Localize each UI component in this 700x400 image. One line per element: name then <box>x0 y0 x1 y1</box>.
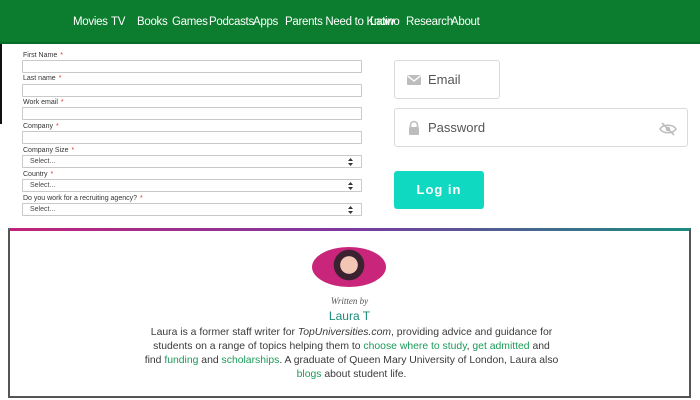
top-navbar: Movies TV Books Games Podcasts Apps Pare… <box>0 0 700 44</box>
nav-item-books[interactable]: Books <box>137 14 168 30</box>
author-name-link[interactable]: Laura T <box>10 309 689 323</box>
email-field[interactable]: Email <box>394 60 500 99</box>
choose-where-to-study-link[interactable]: choose where to study <box>363 341 466 352</box>
author-card: Written by Laura T Laura is a former sta… <box>8 228 691 398</box>
select-caret-icon <box>348 182 353 190</box>
email-placeholder: Email <box>428 72 461 87</box>
get-admitted-link[interactable]: get admitted <box>472 341 529 352</box>
password-field[interactable]: Password <box>394 108 688 147</box>
written-by-label: Written by <box>330 296 369 306</box>
select-caret-icon <box>348 158 353 166</box>
avatar <box>312 247 386 287</box>
last-name-field[interactable] <box>22 84 362 97</box>
country-value: Select... <box>30 182 56 189</box>
company-size-value: Select... <box>30 158 56 165</box>
select-caret-icon <box>348 206 353 214</box>
site-name: TopUniversities.com <box>297 327 392 338</box>
last-name-label: Last name * <box>23 75 62 82</box>
country-select[interactable]: Select... <box>22 179 362 192</box>
author-bio: Laura is a former staff writer for TopUn… <box>144 327 559 380</box>
lock-icon <box>409 120 419 135</box>
nav-item-latino[interactable]: Latino <box>370 14 400 30</box>
left-divider <box>0 44 2 124</box>
password-placeholder: Password <box>428 120 486 135</box>
blogs-link[interactable]: blogs <box>297 369 322 380</box>
login-button[interactable]: Log in <box>394 171 484 209</box>
work-email-field[interactable] <box>22 107 362 120</box>
company-field[interactable] <box>22 131 362 144</box>
nav-item-apps[interactable]: Apps <box>253 14 278 30</box>
recruiting-agency-select[interactable]: Select... <box>22 203 362 216</box>
nav-item-tv[interactable]: TV <box>111 14 125 30</box>
nav-item-podcasts[interactable]: Podcasts <box>209 14 254 30</box>
scholarships-link[interactable]: scholarships <box>222 355 280 366</box>
funding-link[interactable]: funding <box>164 355 198 366</box>
nav-item-movies[interactable]: Movies <box>73 14 108 30</box>
nav-item-research[interactable]: Research <box>406 14 453 30</box>
first-name-field[interactable] <box>22 60 362 73</box>
envelope-icon <box>407 75 421 85</box>
recruiting-agency-value: Select... <box>30 206 56 213</box>
nav-item-games[interactable]: Games <box>172 14 208 30</box>
company-size-select[interactable]: Select... <box>22 155 362 168</box>
eye-slash-icon[interactable] <box>659 121 677 137</box>
nav-item-about[interactable]: About <box>451 14 480 30</box>
